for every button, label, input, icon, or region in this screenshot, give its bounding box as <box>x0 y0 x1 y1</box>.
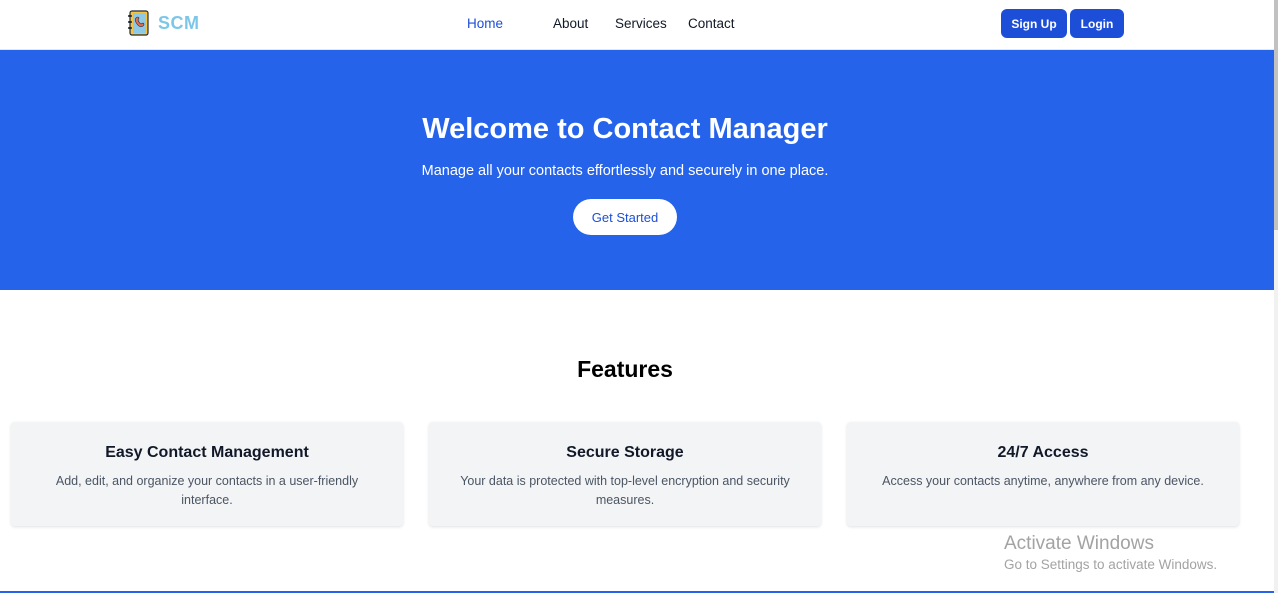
navbar: SCM Home About Services Contact Sign Up … <box>0 0 1274 50</box>
hero-section: Welcome to Contact Manager Manage all yo… <box>0 50 1274 290</box>
feature-card: Secure Storage Your data is protected wi… <box>429 422 821 526</box>
hero-title: Welcome to Contact Manager <box>422 113 828 145</box>
activate-windows-watermark: Activate Windows Go to Settings to activ… <box>1004 533 1217 575</box>
feature-card-title: Easy Contact Management <box>105 444 309 461</box>
nav-link-contact[interactable]: Contact <box>688 16 735 31</box>
feature-card-title: Secure Storage <box>566 444 684 461</box>
watermark-title: Activate Windows <box>1004 533 1154 554</box>
nav-link-home[interactable]: Home <box>467 16 503 31</box>
feature-card-description: Add, edit, and organize your contacts in… <box>55 474 359 507</box>
nav-link-services[interactable]: Services <box>615 16 667 31</box>
watermark-subtitle: Go to Settings to activate Windows. <box>1004 557 1218 572</box>
feature-card-description: Access your contacts anytime, anywhere f… <box>882 474 1204 488</box>
feature-card: 24/7 Access Access your contacts anytime… <box>847 422 1239 526</box>
features-title: Features <box>577 356 673 382</box>
hero-subtitle: Manage all your contacts effortlessly an… <box>421 163 829 179</box>
scrollbar-thumb[interactable] <box>1274 0 1278 230</box>
feature-card: Easy Contact Management Add, edit, and o… <box>11 422 403 526</box>
login-button[interactable]: Login <box>1070 9 1124 38</box>
page-scrollbar[interactable] <box>1274 0 1278 593</box>
nav-link-about[interactable]: About <box>553 16 588 31</box>
page: SCM Home About Services Contact Sign Up … <box>0 0 1278 593</box>
get-started-button[interactable]: Get Started <box>573 199 677 235</box>
feature-card-title: 24/7 Access <box>997 444 1089 461</box>
feature-card-description: Your data is protected with top-level en… <box>460 474 790 507</box>
signup-button[interactable]: Sign Up <box>1001 9 1067 38</box>
